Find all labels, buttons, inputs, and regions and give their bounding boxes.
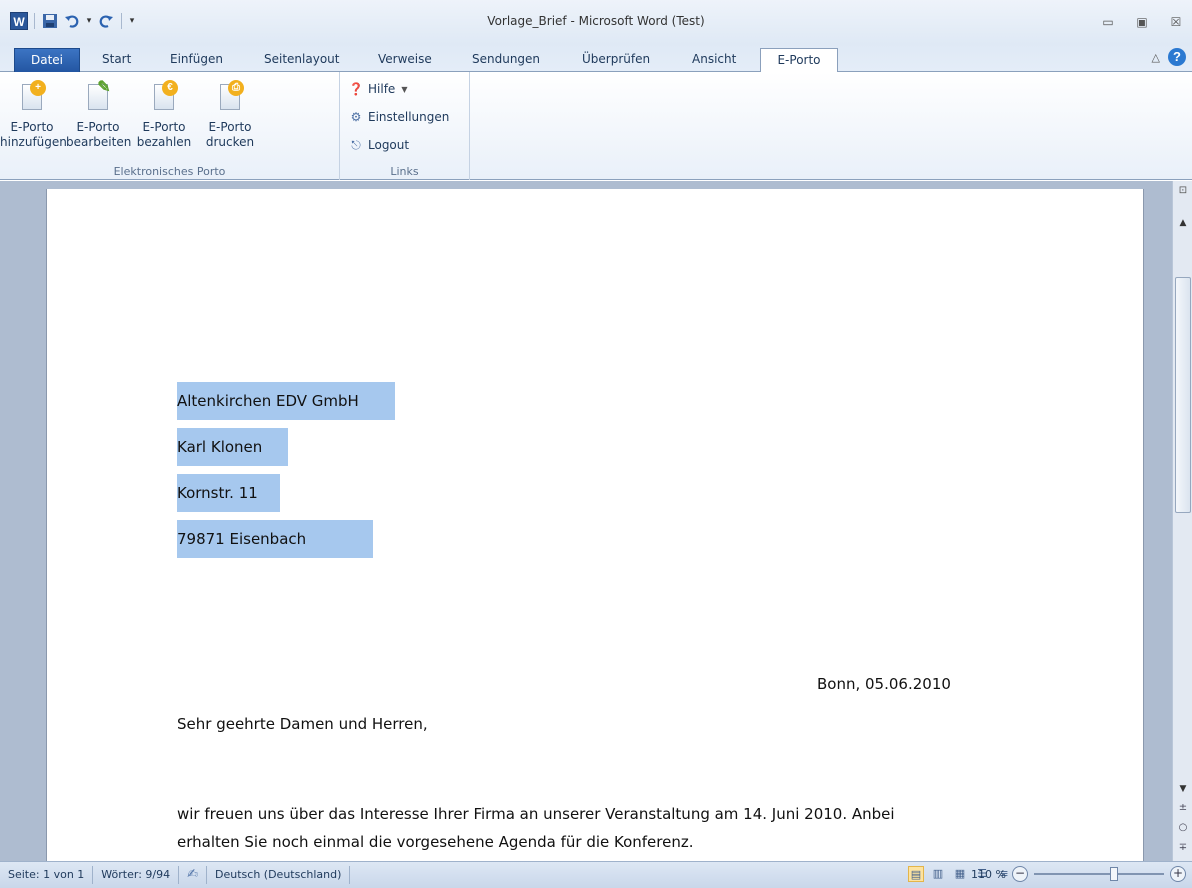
print-stamp-icon: ⎙ [214, 80, 246, 114]
full-screen-reading-view-icon[interactable]: ▥ [930, 866, 946, 882]
zoom-slider-knob[interactable] [1110, 867, 1118, 881]
ribbon: + E-Porto hinzufügen ✎ E-Porto bearbeiten … [0, 72, 1192, 180]
group-label: Links [390, 165, 419, 178]
tab-sendungen[interactable]: Sendungen [462, 48, 550, 72]
tab-ansicht[interactable]: Ansicht [682, 48, 746, 72]
pay-euro-icon: € [148, 80, 180, 114]
e-porto-bezahlen-button[interactable]: € E-Porto bezahlen [132, 76, 196, 160]
zoom-control: 110 % − + [971, 866, 1186, 882]
vertical-scrollbar[interactable]: ⊡ ▲ ▼ ± ○ ∓ [1172, 181, 1192, 861]
print-layout-view-icon[interactable]: ▤ [908, 866, 924, 882]
word-count[interactable]: Wörter: 9/94 [93, 866, 180, 884]
next-page-icon[interactable]: ∓ [1173, 841, 1192, 855]
group-links: ❓ Hilfe ▼ ⚙ Einstellungen ⎋ Logout Links [340, 72, 470, 180]
add-stamp-icon: + [16, 80, 48, 114]
tab-start[interactable]: Start [92, 48, 141, 72]
zoom-out-icon[interactable]: − [1012, 866, 1028, 882]
scroll-thumb[interactable] [1175, 277, 1191, 513]
e-porto-drucken-button[interactable]: ⎙ E-Porto drucken [198, 76, 262, 160]
tab-seitenlayout[interactable]: Seitenlayout [254, 48, 349, 72]
document-page[interactable]: Altenkirchen EDV GmbH Karl Klonen Kornst… [46, 189, 1144, 861]
hilfe-button[interactable]: ❓ Hilfe ▼ [348, 78, 408, 100]
status-bar: Seite: 1 von 1 Wörter: 9/94 ✍ Deutsch (D… [0, 861, 1192, 888]
logout-button[interactable]: ⎋ Logout [348, 134, 409, 156]
edit-stamp-icon: ✎ [82, 80, 114, 114]
maximize-button[interactable]: ▣ [1132, 14, 1152, 30]
body-text-line[interactable]: wir freuen uns über das Interesse Ihrer … [177, 805, 895, 823]
logout-icon: ⎋ [351, 137, 361, 152]
scroll-up-icon[interactable]: ▲ [1173, 215, 1192, 231]
tab-ueberpruefen[interactable]: Überprüfen [572, 48, 660, 72]
e-porto-bearbeiten-button[interactable]: ✎ E-Porto bearbeiten [66, 76, 131, 160]
zoom-slider[interactable] [1034, 867, 1164, 881]
title-bar: W ▾ ▾ Vorlage_Brief - Microsoft Word (Te… [0, 0, 1192, 44]
tab-einfuegen[interactable]: Einfügen [160, 48, 233, 72]
address-line-company[interactable]: Altenkirchen EDV GmbH [177, 382, 395, 420]
address-line-city[interactable]: 79871 Eisenbach [177, 520, 373, 558]
tab-verweise[interactable]: Verweise [368, 48, 442, 72]
body-text-line[interactable]: erhalten Sie noch einmal die vorgesehene… [177, 833, 694, 851]
e-porto-hinzufuegen-button[interactable]: + E-Porto hinzufügen [0, 76, 67, 160]
document-area: Altenkirchen EDV GmbH Karl Klonen Kornst… [0, 181, 1172, 861]
group-label: Elektronisches Porto [113, 165, 226, 178]
salutation[interactable]: Sehr geehrte Damen und Herren, [177, 715, 428, 733]
date-line[interactable]: Bonn, 05.06.2010 [817, 675, 951, 693]
address-line-street[interactable]: Kornstr. 11 [177, 474, 280, 512]
address-line-name[interactable]: Karl Klonen [177, 428, 288, 466]
minimize-button[interactable]: ▭ [1098, 14, 1118, 30]
zoom-in-icon[interactable]: + [1170, 866, 1186, 882]
language-indicator[interactable]: Deutsch (Deutschland) [207, 866, 351, 884]
proofing-check-icon[interactable]: ✍ [179, 866, 208, 884]
previous-page-icon[interactable]: ± [1173, 801, 1192, 815]
page-count[interactable]: Seite: 1 von 1 [0, 866, 94, 884]
help-icon[interactable]: ? [1168, 48, 1186, 66]
web-layout-view-icon[interactable]: ▦ [952, 866, 968, 882]
gear-icon: ⚙ [350, 110, 362, 124]
close-button[interactable]: ☒ [1166, 14, 1186, 30]
ribbon-tabs: Datei Start Einfügen Seitenlayout Verwei… [0, 44, 1192, 73]
window-title: Vorlage_Brief - Microsoft Word (Test) [487, 14, 705, 28]
tab-e-porto[interactable]: E-Porto [760, 48, 838, 73]
ruler-toggle-icon[interactable]: ⊡ [1175, 185, 1191, 201]
chevron-down-icon: ▼ [401, 84, 408, 94]
scroll-down-icon[interactable]: ▼ [1173, 781, 1192, 797]
help-book-icon: ❓ [348, 82, 364, 96]
help-area: △ ? [1152, 48, 1186, 66]
group-elektronisches-porto: + E-Porto hinzufügen ✎ E-Porto bearbeiten … [0, 72, 340, 180]
browse-object-icon[interactable]: ○ [1173, 821, 1192, 835]
window-controls: ▭ ▣ ☒ [1098, 14, 1186, 30]
tab-datei[interactable]: Datei [14, 48, 80, 72]
einstellungen-button[interactable]: ⚙ Einstellungen [348, 106, 450, 128]
zoom-level[interactable]: 110 % [971, 868, 1006, 881]
minimize-ribbon-icon[interactable]: △ [1152, 51, 1160, 64]
